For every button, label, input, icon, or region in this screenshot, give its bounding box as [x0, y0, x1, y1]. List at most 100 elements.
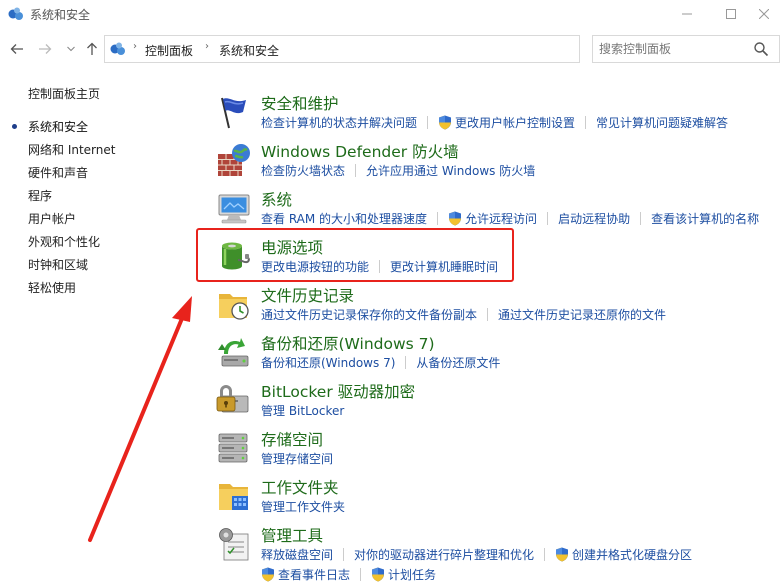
category-title[interactable]: 备份和还原(Windows 7)	[261, 332, 435, 354]
category-backup-restore: 备份和还原(Windows 7) 备份和还原(Windows 7) 从备份还原文…	[216, 330, 776, 378]
category-system: 系统 查看 RAM 的大小和处理器速度 允许远程访问 启动远程协助 查看该计算机…	[216, 186, 776, 234]
sidebar-item-clock-region[interactable]: 时钟和区域	[28, 257, 178, 280]
close-button[interactable]	[748, 0, 780, 28]
link-label: 更改用户帐户控制设置	[455, 116, 576, 130]
link-separator	[640, 212, 642, 225]
link-separator	[547, 212, 549, 225]
link-free-disk-space[interactable]: 释放磁盘空间	[261, 546, 333, 563]
maximize-icon	[726, 9, 736, 19]
breadcrumb-control-panel[interactable]: 控制面板	[145, 42, 193, 59]
uac-shield-icon	[261, 567, 275, 582]
uac-shield-icon	[438, 115, 452, 130]
computer-icon	[218, 194, 250, 224]
category-links: 管理工作文件夹	[261, 498, 345, 515]
category-links: 备份和还原(Windows 7) 从备份还原文件	[261, 354, 500, 371]
link-remote-access[interactable]: 允许远程访问	[448, 210, 537, 227]
uac-shield-icon	[448, 211, 462, 226]
link-separator	[427, 116, 429, 129]
forward-button[interactable]	[36, 40, 54, 58]
category-links: 查看 RAM 的大小和处理器速度 允许远程访问 启动远程协助 查看该计算机的名称	[261, 210, 759, 227]
category-links: 通过文件历史记录保存你的文件备份副本 通过文件历史记录还原你的文件	[261, 306, 666, 323]
link-restore-from-backup[interactable]: 从备份还原文件	[416, 354, 500, 371]
link-firewall-status[interactable]: 检查防火墙状态	[261, 162, 345, 179]
uac-shield-icon	[371, 567, 385, 582]
chevron-right-icon[interactable]: ›	[205, 41, 209, 52]
category-storage-spaces: 存储空间 管理存储空间	[216, 426, 776, 474]
link-check-status[interactable]: 检查计算机的状态并解决问题	[261, 114, 417, 131]
bitlocker-icon	[216, 385, 249, 413]
search-box[interactable]	[592, 35, 780, 63]
recent-locations-button[interactable]	[62, 40, 80, 58]
link-label: 查看事件日志	[278, 568, 351, 582]
sidebar-item-hardware-sound[interactable]: 硬件和声音	[28, 165, 178, 188]
category-links: 检查防火墙状态 允许应用通过 Windows 防火墙	[261, 162, 535, 179]
category-links: 释放磁盘空间 对你的驱动器进行碎片整理和优化 创建并格式化硬盘分区	[261, 546, 692, 563]
link-separator	[343, 548, 345, 561]
back-button[interactable]	[8, 40, 26, 58]
arrow-right-icon	[39, 44, 52, 54]
address-bar[interactable]: › 控制面板 › 系统和安全	[104, 35, 672, 63]
minimize-button[interactable]	[664, 0, 710, 28]
link-troubleshoot[interactable]: 常见计算机问题疑难解答	[596, 114, 728, 131]
link-event-logs[interactable]: 查看事件日志	[261, 566, 350, 583]
sidebar-item-user-accounts[interactable]: 用户帐户	[28, 211, 178, 234]
link-schedule-tasks[interactable]: 计划任务	[371, 566, 436, 583]
control-panel-icon	[110, 42, 125, 55]
up-button[interactable]	[83, 40, 101, 58]
sidebar-item-ease-of-access[interactable]: 轻松使用	[28, 280, 178, 303]
link-remote-assistance[interactable]: 启动远程协助	[558, 210, 630, 227]
category-links: 管理 BitLocker	[261, 402, 344, 419]
category-title[interactable]: 存储空间	[261, 428, 323, 450]
search-icon[interactable]	[753, 41, 769, 57]
firewall-icon	[218, 144, 250, 176]
link-save-backup[interactable]: 通过文件历史记录保存你的文件备份副本	[261, 306, 477, 323]
sidebar-item-control-panel-home[interactable]: 控制面板主页	[28, 86, 178, 109]
category-title[interactable]: 安全和维护	[261, 92, 339, 114]
link-separator	[487, 308, 489, 321]
flag-icon	[221, 97, 246, 129]
sidebar-item-programs[interactable]: 程序	[28, 188, 178, 211]
category-title[interactable]: 管理工具	[261, 524, 323, 546]
category-title[interactable]: 文件历史记录	[261, 284, 354, 306]
navigation-bar: › 控制面板 › 系统和安全	[0, 32, 780, 66]
link-backup-restore[interactable]: 备份和还原(Windows 7)	[261, 354, 395, 371]
link-computer-name[interactable]: 查看该计算机的名称	[651, 210, 759, 227]
category-file-history: 文件历史记录 通过文件历史记录保存你的文件备份副本 通过文件历史记录还原你的文件	[216, 282, 776, 330]
sidebar-item-network[interactable]: 网络和 Internet	[28, 142, 178, 165]
link-manage-storage[interactable]: 管理存储空间	[261, 450, 333, 467]
category-title[interactable]: 系统	[261, 188, 292, 210]
highlight-annotation-box	[196, 228, 514, 282]
sidebar-item-appearance[interactable]: 外观和个性化	[28, 234, 178, 257]
link-separator	[405, 356, 407, 369]
link-uac-settings[interactable]: 更改用户帐户控制设置	[438, 114, 575, 131]
breadcrumb-system-security[interactable]: 系统和安全	[219, 42, 279, 59]
close-icon	[759, 9, 769, 19]
search-input[interactable]	[599, 41, 749, 57]
link-create-partitions[interactable]: 创建并格式化硬盘分区	[555, 546, 692, 563]
storage-spaces-icon	[218, 433, 248, 463]
category-title[interactable]: BitLocker 驱动器加密	[261, 380, 415, 402]
category-title[interactable]: 工作文件夹	[261, 476, 339, 498]
arrow-left-icon	[10, 44, 23, 54]
link-manage-work-folders[interactable]: 管理工作文件夹	[261, 498, 345, 515]
link-allow-app[interactable]: 允许应用通过 Windows 防火墙	[366, 162, 535, 179]
category-links: 检查计算机的状态并解决问题 更改用户帐户控制设置 常见计算机问题疑难解答	[261, 114, 728, 131]
link-separator	[355, 164, 357, 177]
window-title: 系统和安全	[30, 8, 91, 22]
sidebar-item-label: 系统和安全	[28, 120, 89, 134]
link-label: 创建并格式化硬盘分区	[572, 548, 693, 562]
chevron-right-icon[interactable]: ›	[133, 41, 137, 52]
minimize-icon	[682, 13, 692, 15]
category-title[interactable]: Windows Defender 防火墙	[261, 140, 459, 162]
link-defragment[interactable]: 对你的驱动器进行碎片整理和优化	[354, 546, 534, 563]
category-links-second-row: 查看事件日志 计划任务	[261, 566, 436, 583]
link-view-ram[interactable]: 查看 RAM 的大小和处理器速度	[261, 210, 427, 227]
sidebar-item-system-security: 系统和安全	[12, 119, 178, 142]
control-panel-icon	[8, 7, 23, 20]
link-restore-files[interactable]: 通过文件历史记录还原你的文件	[498, 306, 666, 323]
link-separator	[437, 212, 439, 225]
arrow-up-icon	[87, 42, 97, 55]
link-separator	[544, 548, 546, 561]
link-manage-bitlocker[interactable]: 管理 BitLocker	[261, 402, 344, 419]
chevron-down-icon	[67, 46, 75, 52]
